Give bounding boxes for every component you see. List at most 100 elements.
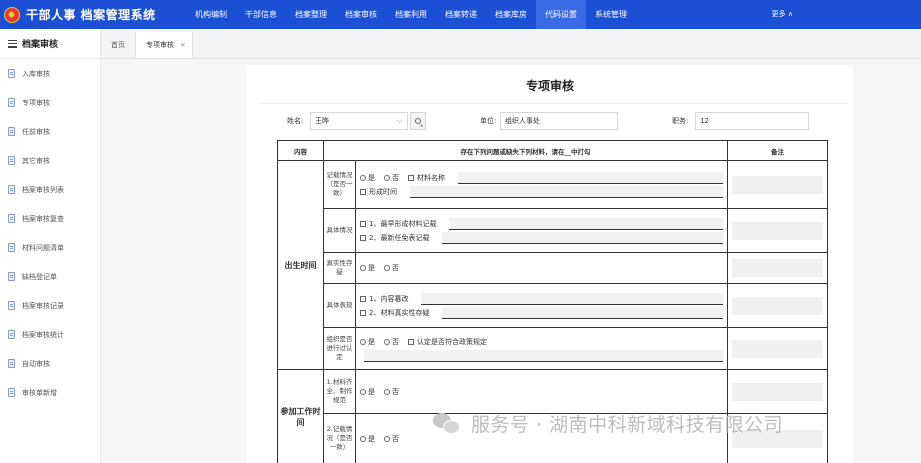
remarks-input[interactable]: [732, 296, 823, 315]
sidebar-item[interactable]: 档案审核列表: [0, 175, 100, 204]
sidebar-title: 档案审核: [22, 40, 59, 50]
option-line: 是 否 材料名称: [360, 171, 723, 185]
radio-button[interactable]: [360, 435, 366, 442]
item-label: 具体表现: [323, 283, 356, 328]
page-title: 专项审核: [525, 79, 574, 93]
table-header-row: 内容 存在下列问题或缺失下列材料，请在__中打勾 备注: [277, 140, 828, 161]
title-divider: [259, 103, 849, 104]
nav-item[interactable]: 机构编制: [186, 0, 236, 29]
document-icon: [8, 243, 15, 252]
sidebar-item[interactable]: 档案审核记录: [0, 291, 100, 320]
item-label: 1.材料齐全、制作规范: [323, 369, 356, 414]
sidebar-item[interactable]: 专项审核: [0, 88, 100, 117]
fill-in-field[interactable]: [410, 185, 723, 198]
sidebar-item[interactable]: 自动审核: [0, 349, 100, 378]
nav-more-button[interactable]: 更多 ∧: [772, 0, 793, 29]
option-label: 材料名称: [417, 173, 445, 182]
radio-button[interactable]: [384, 265, 390, 271]
checkbox[interactable]: [360, 220, 366, 227]
radio-button[interactable]: [384, 338, 390, 345]
sidebar-item[interactable]: 档案审核复查: [0, 204, 100, 233]
options-cell: 是否: [355, 369, 728, 414]
tab[interactable]: 首页: [101, 32, 136, 58]
option-label: 1、内容篡改: [369, 294, 409, 303]
unit-label: 单位:: [480, 117, 497, 125]
sidebar-item-label: 自动审核: [22, 359, 50, 368]
item-label: 记载情况（是否一致）: [323, 160, 356, 209]
name-value: 王晔: [315, 117, 329, 125]
option-label: 否: [392, 434, 399, 443]
item-label: 真实性存疑: [323, 252, 356, 284]
sidebar-item[interactable]: 材料问题清单: [0, 233, 100, 262]
nav-item[interactable]: 档案审核: [336, 0, 386, 29]
checkbox[interactable]: [360, 234, 366, 241]
table-row: 具体情况 1、最早形成材料记载 2、最新任免表记载: [278, 208, 828, 253]
fill-in-field[interactable]: [442, 306, 723, 319]
fill-in-field[interactable]: [364, 349, 723, 362]
radio-button[interactable]: [360, 265, 366, 271]
radio-button[interactable]: [360, 388, 366, 395]
radio-button[interactable]: [384, 435, 390, 442]
sidebar-item-label: 入库审核: [22, 69, 50, 78]
remarks-input[interactable]: [732, 339, 823, 358]
unit-value: 组织人事处: [505, 117, 540, 125]
checkbox[interactable]: [408, 174, 414, 181]
sidebar-item[interactable]: 档案审核统计: [0, 320, 100, 349]
checkbox[interactable]: [360, 295, 366, 302]
option-label: 否: [392, 173, 399, 182]
search-button[interactable]: [410, 112, 426, 130]
radio-button[interactable]: [384, 174, 390, 181]
nav-item[interactable]: 档案转递: [436, 0, 486, 29]
document-icon: [8, 388, 15, 397]
options-cell: 是 否 认定是否符合政策规定: [355, 327, 728, 370]
item-label: 2.记载情况（是否一致）: [323, 413, 356, 463]
unit-field[interactable]: 组织人事处: [500, 112, 618, 130]
menu-icon[interactable]: [8, 39, 17, 48]
checkbox[interactable]: [408, 338, 414, 345]
options-cell: 1、内容篡改 2、材料真实性存疑: [355, 283, 728, 328]
fill-in-field[interactable]: [442, 231, 723, 244]
sidebar-item-label: 缺档登记单: [22, 272, 57, 281]
sidebar-item-label: 任前审核: [22, 127, 50, 136]
options-cell: 是 否 材料名称 形成时间: [355, 160, 728, 209]
fill-in-field[interactable]: [449, 217, 723, 230]
nav-item[interactable]: 档案整理: [286, 0, 336, 29]
document-icon: [8, 98, 15, 107]
nav-item[interactable]: 档案库房: [486, 0, 536, 29]
option-label: 是: [368, 434, 375, 443]
document-icon: [8, 330, 15, 339]
tab[interactable]: 专项审核 ×: [136, 32, 193, 58]
remarks-input[interactable]: [732, 221, 823, 240]
option-label: 是: [368, 387, 375, 396]
remarks-input[interactable]: [732, 175, 823, 194]
sidebar-menu: 入库审核专项审核任前审核其它审核 档案审核列表档案审核复查材料问题清单缺档登记单档…: [0, 59, 100, 407]
nav-item[interactable]: 代码设置: [536, 0, 586, 29]
nav-item[interactable]: 干部信息: [236, 0, 286, 29]
option-label: 是: [368, 264, 375, 272]
name-select[interactable]: 王晔 ⌵: [310, 112, 408, 130]
close-icon[interactable]: ×: [180, 41, 186, 49]
radio-button[interactable]: [384, 388, 390, 395]
fill-in-field[interactable]: [421, 292, 723, 305]
nav-item[interactable]: 系统管理: [586, 0, 636, 29]
position-field[interactable]: 12: [695, 112, 809, 130]
sidebar-item-label: 档案审核复查: [22, 214, 64, 223]
sidebar-item[interactable]: 缺档登记单: [0, 262, 100, 291]
options-cell: 1、最早形成材料记载 2、最新任免表记载: [355, 208, 728, 253]
remarks-input[interactable]: [732, 259, 823, 277]
checkbox[interactable]: [360, 188, 366, 195]
nav-item[interactable]: 档案利用: [386, 0, 436, 29]
person-info-row: 姓名: 王晔 ⌵ 单位: 组织人事处 职务: 12: [247, 112, 853, 130]
sidebar-item[interactable]: 其它审核: [0, 146, 100, 175]
checkbox[interactable]: [360, 309, 366, 316]
sidebar-item[interactable]: 审核单新增: [0, 378, 100, 407]
option-line: 是 否 认定是否符合政策规定: [360, 335, 723, 349]
sidebar-item-label: 档案审核记录: [22, 301, 64, 310]
fill-in-field[interactable]: [458, 171, 723, 184]
sidebar-item[interactable]: 入库审核: [0, 59, 100, 88]
option-line: 1、最早形成材料记载: [360, 217, 723, 231]
radio-button[interactable]: [360, 174, 366, 181]
radio-button[interactable]: [360, 338, 366, 345]
sidebar-item[interactable]: 任前审核: [0, 117, 100, 146]
remarks-input[interactable]: [732, 382, 823, 401]
